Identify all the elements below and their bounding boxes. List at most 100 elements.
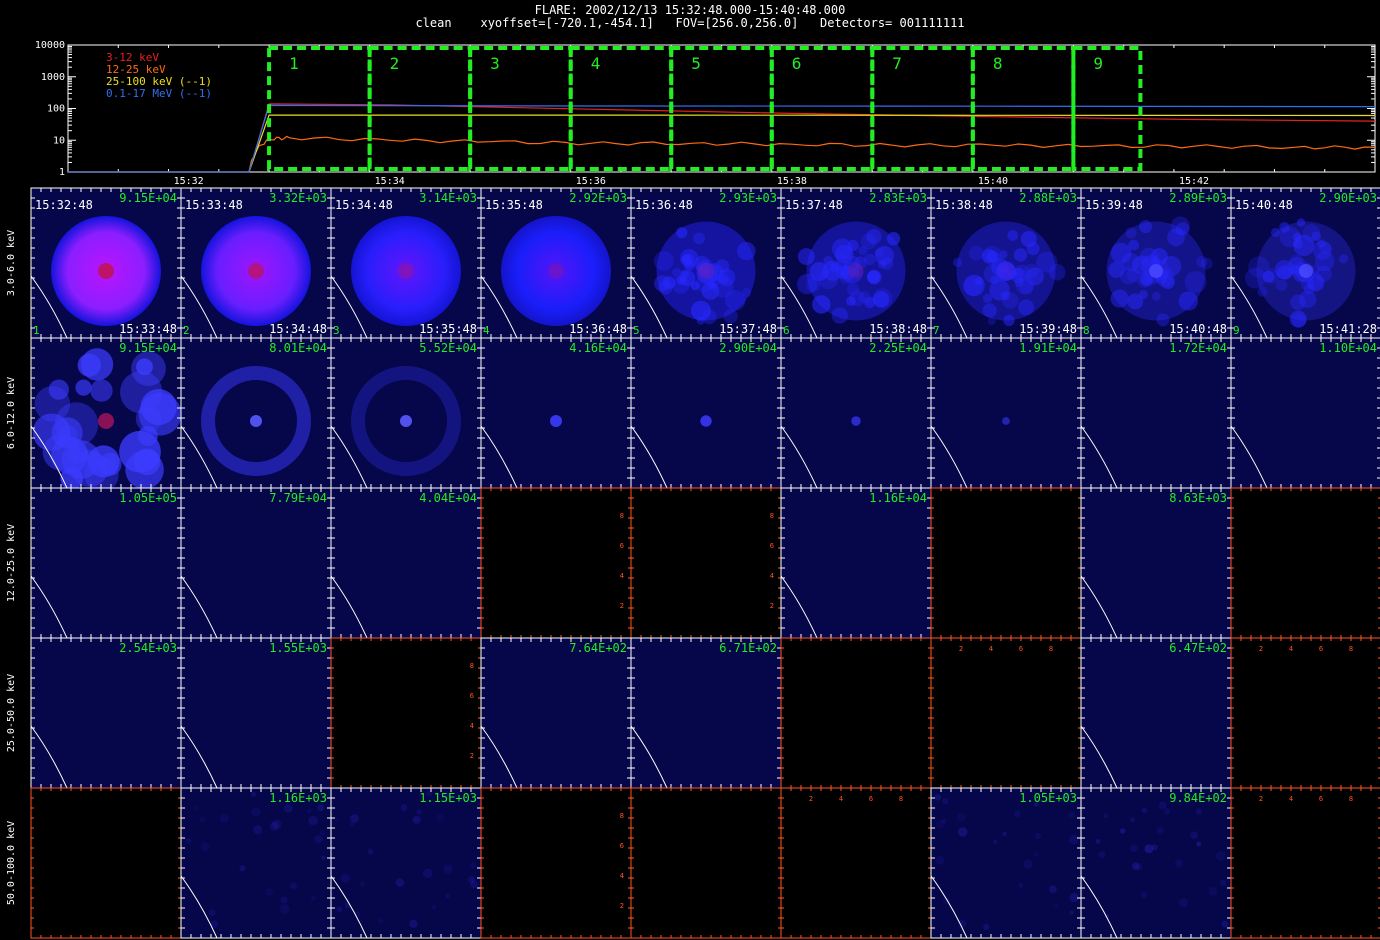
image-cell: 4.04E+04	[330, 487, 482, 639]
empty-axis-label: 4	[620, 872, 624, 880]
image-cell: 1.16E+03	[180, 787, 332, 939]
interval-end-time: 15:38:48	[869, 322, 927, 336]
noise-speck	[378, 918, 384, 924]
image-lump	[1121, 252, 1140, 272]
cell-background	[481, 638, 631, 788]
energy-row-label: 3.0-6.0 keV	[6, 230, 17, 296]
noise-speck	[1156, 826, 1164, 834]
noise-speck	[1002, 831, 1007, 837]
image-lump	[831, 307, 849, 324]
noise-speck	[1215, 850, 1226, 861]
noise-speck	[942, 798, 949, 805]
image-max-value: 1.05E+05	[119, 491, 177, 505]
image-max-value: 2.25E+04	[869, 341, 927, 355]
noise-speck	[250, 791, 257, 797]
image-cell: 1.55E+03	[180, 637, 332, 789]
noise-speck	[1141, 807, 1148, 814]
noise-speck	[1151, 844, 1158, 851]
image-lump	[805, 277, 821, 293]
cell-background	[181, 638, 331, 788]
image-cell: 2.90E+04	[630, 337, 782, 489]
empty-axis-label: 8	[1349, 645, 1353, 653]
image-max-value: 2.90E+04	[719, 341, 777, 355]
interval-end-time: 15:34:48	[269, 322, 327, 336]
noise-speck	[1013, 810, 1021, 818]
noise-speck	[1023, 859, 1033, 869]
noise-speck	[359, 881, 366, 887]
image-cell: 2 4 6 8	[930, 637, 1082, 789]
noise-speck	[1119, 828, 1126, 834]
flare-kernel	[98, 413, 114, 429]
empty-axis-label: 2	[620, 602, 624, 610]
interval-start-time: 15:39:48	[1085, 198, 1143, 212]
noise-speck	[957, 812, 966, 822]
noise-speck	[1174, 859, 1183, 868]
image-cell: 2 4 6 8	[330, 637, 482, 789]
image-cell: 6.71E+02	[630, 637, 782, 789]
cell-background	[1081, 788, 1231, 938]
noise-speck	[317, 804, 325, 812]
empty-axis-label: 2	[1259, 795, 1263, 803]
image-cell: 2 4 6 8	[480, 487, 632, 639]
noise-speck	[1158, 801, 1167, 810]
flare-kernel	[398, 263, 414, 279]
noise-speck	[1221, 920, 1229, 928]
cell-background	[1231, 788, 1380, 938]
image-lump	[880, 257, 894, 270]
image-lump	[1000, 291, 1011, 301]
image-cell: 1.10E+04	[1230, 337, 1380, 489]
flare-kernel	[550, 415, 562, 427]
noise-speck	[422, 868, 433, 878]
empty-axis-label: 4	[839, 795, 843, 803]
image-cell: 2.90E+03 15:40:48 15:41:28 9	[1230, 187, 1380, 339]
flare-kernel	[698, 263, 714, 279]
cell-background	[331, 638, 481, 788]
image-cell: 2 4 6 8	[480, 787, 632, 939]
interval-number: 9	[1233, 324, 1240, 337]
image-max-value: 3.32E+03	[269, 191, 327, 205]
cell-background	[31, 788, 181, 938]
noise-speck	[310, 896, 316, 901]
noise-speck	[1135, 863, 1143, 872]
image-max-value: 3.14E+03	[419, 191, 477, 205]
cell-background	[31, 488, 181, 638]
image-max-value: 4.16E+04	[569, 341, 627, 355]
image-lump	[982, 303, 997, 318]
image-lump	[1007, 230, 1019, 241]
image-cell: 1.16E+04	[780, 487, 932, 639]
noise-speck	[935, 819, 946, 829]
flare-kernel	[1149, 264, 1163, 278]
noise-speck	[1054, 903, 1059, 909]
noise-speck	[186, 838, 192, 844]
energy-row-label: 12.0-25.0 keV	[6, 524, 17, 602]
cell-background	[481, 338, 631, 488]
cell-background	[631, 338, 781, 488]
noise-speck	[1069, 910, 1074, 915]
cell-background	[781, 488, 931, 638]
flare-kernel	[250, 415, 262, 427]
image-lump	[1292, 313, 1307, 328]
noise-speck	[251, 807, 261, 817]
image-lump	[1296, 218, 1306, 227]
noise-speck	[279, 904, 290, 914]
image-lump	[963, 277, 983, 297]
noise-speck	[1130, 817, 1135, 823]
image-lump	[737, 241, 756, 261]
noise-speck	[340, 873, 350, 884]
image-lump	[1270, 227, 1281, 238]
image-cell: 2.88E+03 15:38:48 15:39:48 7	[930, 187, 1082, 339]
image-blob	[80, 348, 114, 381]
image-lump	[1201, 257, 1213, 270]
flare-kernel	[848, 263, 864, 279]
interval-end-time: 15:39:48	[1019, 322, 1077, 336]
empty-axis-label: 2	[959, 645, 963, 653]
image-lump	[860, 233, 877, 250]
noise-speck	[1018, 883, 1024, 888]
noise-speck	[200, 842, 210, 852]
image-max-value: 2.93E+03	[719, 191, 777, 205]
image-lump	[681, 254, 691, 264]
image-cell: 8.63E+03	[1080, 487, 1232, 639]
cell-background	[781, 638, 931, 788]
image-lump	[982, 245, 1003, 266]
noise-speck	[935, 856, 945, 865]
